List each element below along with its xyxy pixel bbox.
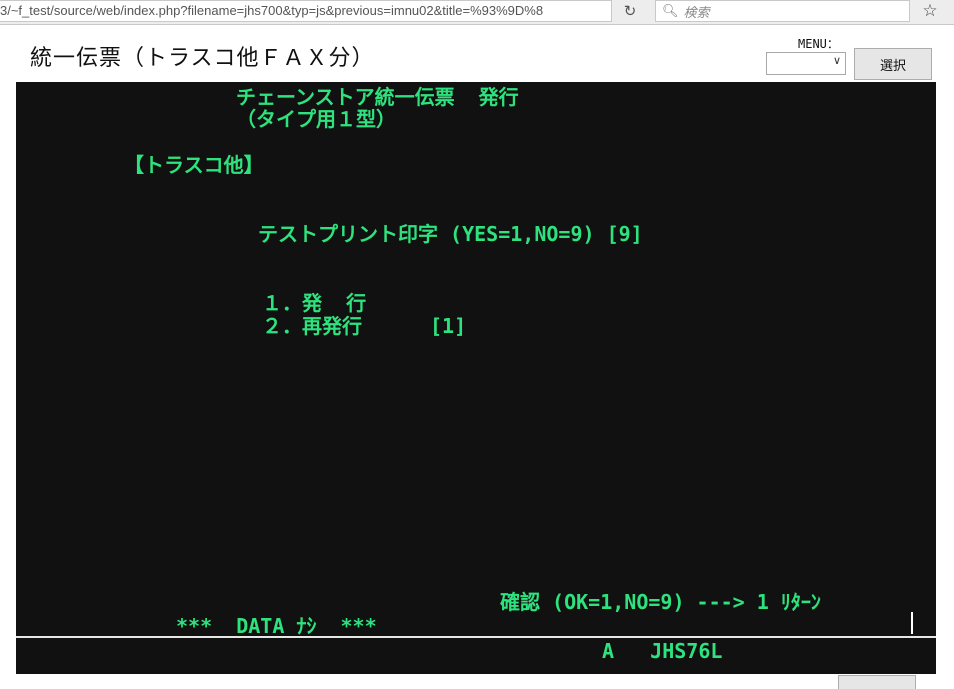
bottom-button-partial[interactable]	[838, 675, 916, 689]
test-print-prompt[interactable]: テストプリント印字 (YES=1,NO=9) [9]	[258, 223, 643, 245]
terminal-title-line2: （タイプ用１型）	[236, 107, 396, 131]
search-icon: 🔍︎	[662, 3, 679, 19]
confirm-prompt[interactable]: 確認 (OK=1,NO=9) ---> 1 ﾘﾀｰﾝ	[500, 591, 821, 613]
browser-toolbar: 3/~f_test/source/web/index.php?filename=…	[0, 0, 954, 25]
address-bar[interactable]: 3/~f_test/source/web/index.php?filename=…	[0, 0, 612, 22]
terminal-section-label: 【トラスコ他】	[124, 153, 264, 177]
search-placeholder: 検索	[683, 5, 710, 21]
select-button[interactable]: 選択	[854, 48, 932, 80]
status-program-id: A JHS76L	[602, 639, 723, 663]
option-issue: １．発 行	[262, 291, 367, 315]
star-icon[interactable]: ☆	[917, 0, 943, 22]
terminal-status-bar	[16, 638, 936, 674]
no-data-message: *** DATA ﾅｼ ***	[176, 614, 377, 638]
terminal-title-line1: チェーンストア統一伝票 発行	[236, 85, 519, 109]
text-cursor	[911, 612, 913, 634]
menu-select[interactable]: ∨	[766, 52, 846, 75]
search-input[interactable]: 🔍︎ 検索	[655, 0, 910, 22]
option-value-field[interactable]: [1]	[430, 315, 466, 337]
reload-icon[interactable]: ↻	[614, 0, 646, 22]
page-title: 統一伝票（トラスコ他ＦＡＸ分）	[30, 46, 375, 71]
menu-label: MENU：	[798, 37, 839, 51]
chevron-down-icon: ∨	[832, 54, 841, 67]
option-reissue: ２．再発行	[262, 314, 362, 338]
